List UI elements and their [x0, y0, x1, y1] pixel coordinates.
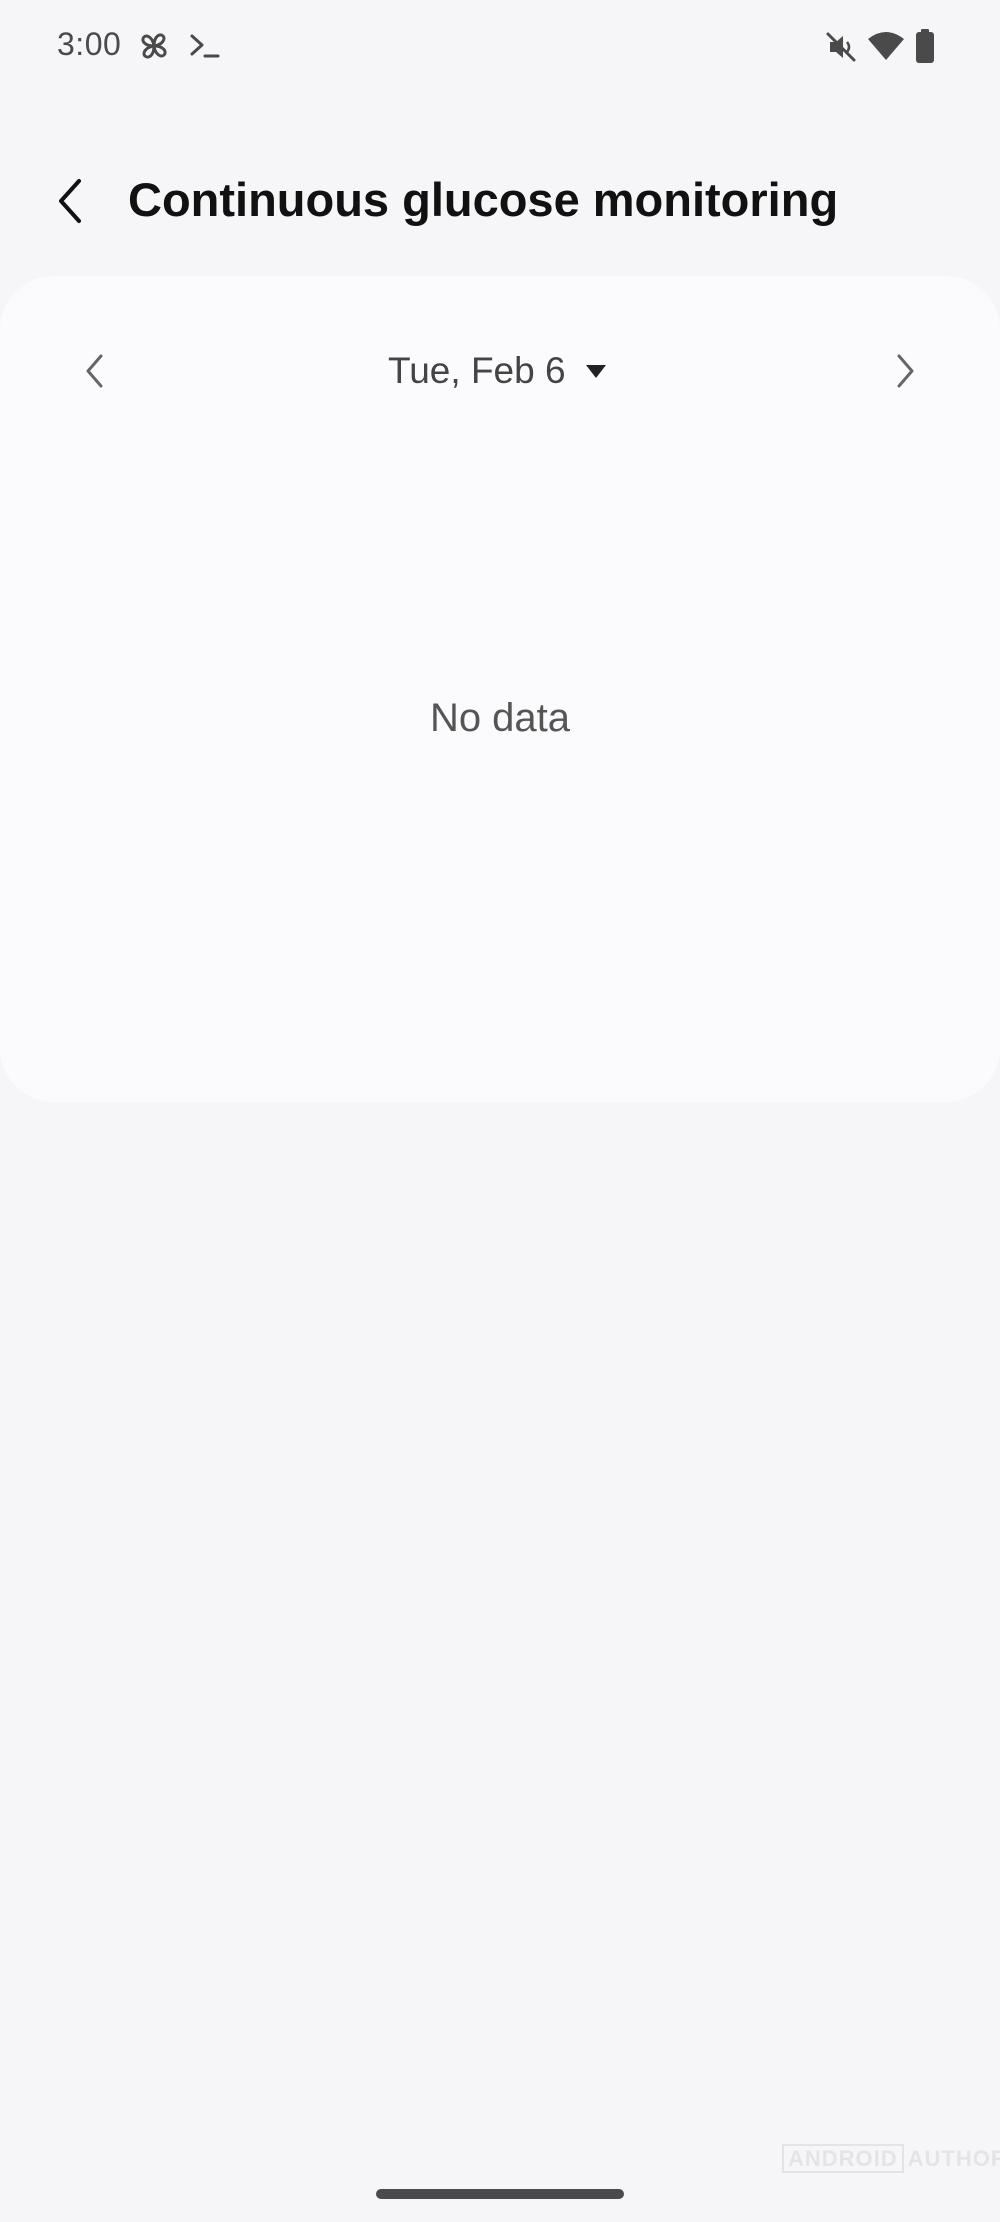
previous-day-button[interactable] — [70, 346, 120, 396]
date-navigator: Tue, Feb 6 — [0, 336, 1000, 406]
date-label: Tue, Feb 6 — [388, 350, 566, 391]
back-button[interactable] — [40, 170, 102, 232]
wifi-icon — [868, 32, 904, 60]
watermark-plain-text: AUTHORITY — [907, 2146, 1000, 2171]
pinwheel-icon — [141, 33, 167, 59]
mute-icon — [826, 32, 856, 62]
watermark: ANDROIDAUTHORITY — [782, 2144, 1000, 2173]
terminal-icon — [190, 34, 220, 58]
next-day-button[interactable] — [880, 346, 930, 396]
gesture-nav-handle[interactable] — [376, 2189, 624, 2199]
caret-down-icon — [585, 365, 606, 378]
app-bar: Continuous glucose monitoring — [0, 150, 1000, 260]
battery-icon — [916, 29, 934, 63]
date-selector[interactable]: Tue, Feb 6 — [388, 346, 608, 396]
watermark-boxed-text: ANDROID — [782, 2144, 904, 2173]
status-time: 3:00 — [57, 26, 122, 62]
back-arrow-icon — [59, 179, 81, 223]
page-title: Continuous glucose monitoring — [128, 173, 839, 226]
status-bar: 3:00 — [0, 0, 1000, 92]
chevron-left-icon — [86, 354, 103, 388]
chevron-right-icon — [897, 354, 914, 388]
empty-state-message: No data — [429, 696, 571, 740]
glucose-card: Tue, Feb 6 No data — [0, 276, 1000, 1102]
